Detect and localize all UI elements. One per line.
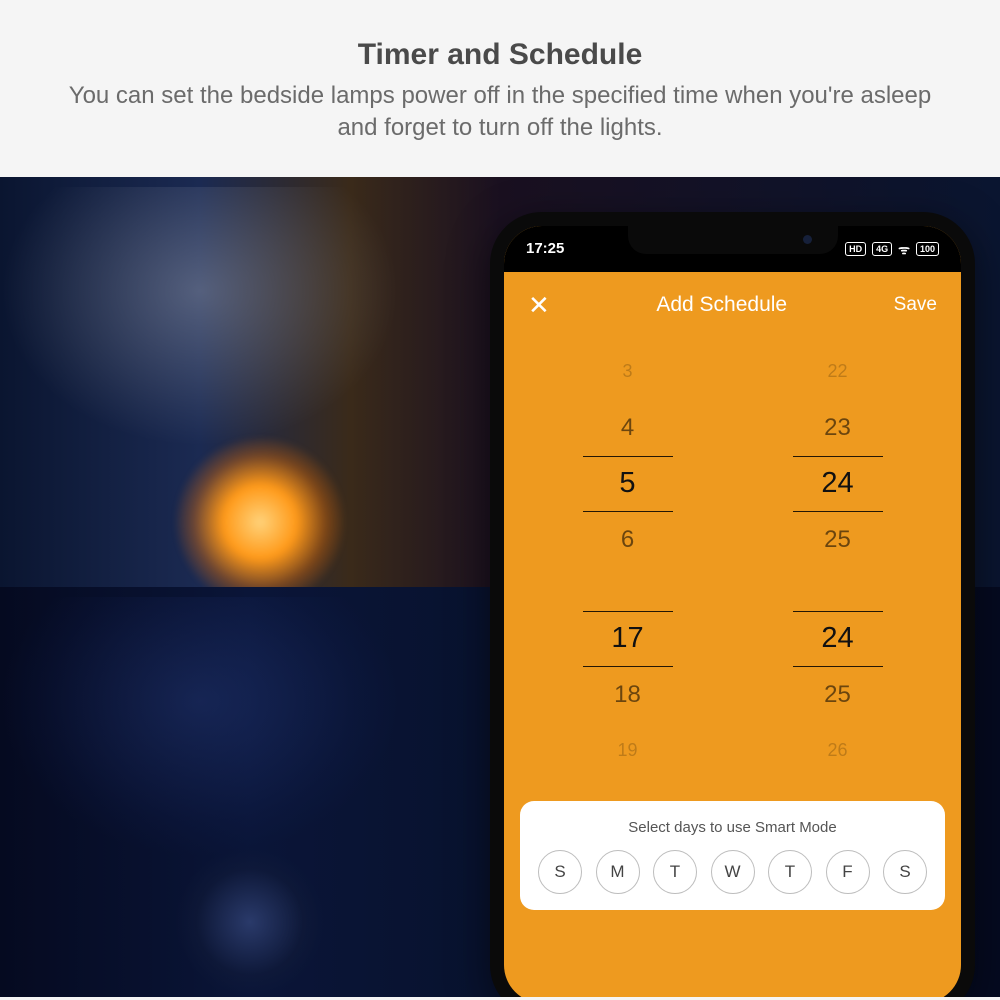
picker-cell[interactable]: 3 [583, 344, 673, 400]
picker-col-left[interactable]: 3 4 5 6 7 [583, 344, 673, 587]
add-schedule-navbar: ✕ Add Schedule Save [504, 272, 961, 338]
lamp-glow-on [175, 437, 345, 587]
phone-mock-bottom: 17 18 19 24 25 26 Select days to use Sma… [490, 587, 975, 997]
bed-illustration [0, 187, 400, 447]
day-chip-wed[interactable]: W [711, 850, 755, 894]
status-indicators: HD 4G ᯤ 100 [845, 240, 939, 258]
time-picker[interactable]: 3 4 5 6 7 22 23 24 25 26 [504, 338, 961, 587]
day-chip-thu[interactable]: T [768, 850, 812, 894]
front-camera-icon [803, 235, 812, 244]
picker-cell-selected[interactable]: 5 [583, 456, 673, 512]
phone-mock-top: 17:25 HD 4G ᯤ 100 ✕ Add Schedule Save 3 … [490, 212, 975, 587]
picker-cell[interactable]: 18 [583, 667, 673, 723]
bed-illustration [0, 597, 400, 857]
days-row: S M T W T F S [534, 850, 931, 894]
scene-lamp-off: 17 18 19 24 25 26 Select days to use Sma… [0, 587, 1000, 997]
picker-cell[interactable]: 22 [793, 344, 883, 400]
picker-cell[interactable]: 19 [583, 723, 673, 779]
phone-screen: 17:25 HD 4G ᯤ 100 ✕ Add Schedule Save 3 … [504, 226, 961, 587]
picker-col-right[interactable]: 24 25 26 [793, 611, 883, 779]
page-title: Timer and Schedule [60, 38, 940, 72]
save-button[interactable]: Save [894, 294, 937, 316]
scene-lamp-on: 17:25 HD 4G ᯤ 100 ✕ Add Schedule Save 3 … [0, 177, 1000, 587]
day-chip-tue[interactable]: T [653, 850, 697, 894]
screen-title: Add Schedule [656, 293, 787, 317]
picker-cell[interactable]: 26 [793, 568, 883, 587]
signal-badge-icon: 4G [872, 242, 892, 256]
picker-cell[interactable]: 23 [793, 400, 883, 456]
smart-mode-days-card: Select days to use Smart Mode S M T W T … [520, 801, 945, 910]
phone-screen: 17 18 19 24 25 26 Select days to use Sma… [504, 587, 961, 997]
battery-icon: 100 [916, 242, 939, 256]
marketing-header: Timer and Schedule You can set the bedsi… [0, 0, 1000, 177]
day-chip-sat[interactable]: S [883, 850, 927, 894]
day-chip-fri[interactable]: F [826, 850, 870, 894]
picker-col-left[interactable]: 17 18 19 [583, 611, 673, 779]
picker-cell[interactable]: 7 [583, 568, 673, 587]
time-picker[interactable]: 17 18 19 24 25 26 [504, 611, 961, 779]
picker-cell-selected[interactable]: 24 [793, 456, 883, 512]
days-card-label: Select days to use Smart Mode [534, 819, 931, 836]
picker-cell[interactable]: 26 [793, 723, 883, 779]
page-subtitle: You can set the bedside lamps power off … [60, 80, 940, 145]
status-time: 17:25 [526, 240, 564, 257]
picker-col-right[interactable]: 22 23 24 25 26 [793, 344, 883, 587]
picker-cell[interactable]: 6 [583, 512, 673, 568]
picker-cell[interactable]: 4 [583, 400, 673, 456]
close-button[interactable]: ✕ [528, 292, 550, 318]
day-chip-mon[interactable]: M [596, 850, 640, 894]
picker-cell[interactable]: 25 [793, 512, 883, 568]
picker-cell[interactable]: 25 [793, 667, 883, 723]
hd-badge-icon: HD [845, 242, 866, 256]
picker-cell-selected[interactable]: 24 [793, 611, 883, 667]
day-chip-sun[interactable]: S [538, 850, 582, 894]
phone-notch [628, 226, 838, 254]
picker-cell-selected[interactable]: 17 [583, 611, 673, 667]
wifi-icon: ᯤ [898, 240, 910, 258]
lamp-glow-off [175, 847, 325, 997]
